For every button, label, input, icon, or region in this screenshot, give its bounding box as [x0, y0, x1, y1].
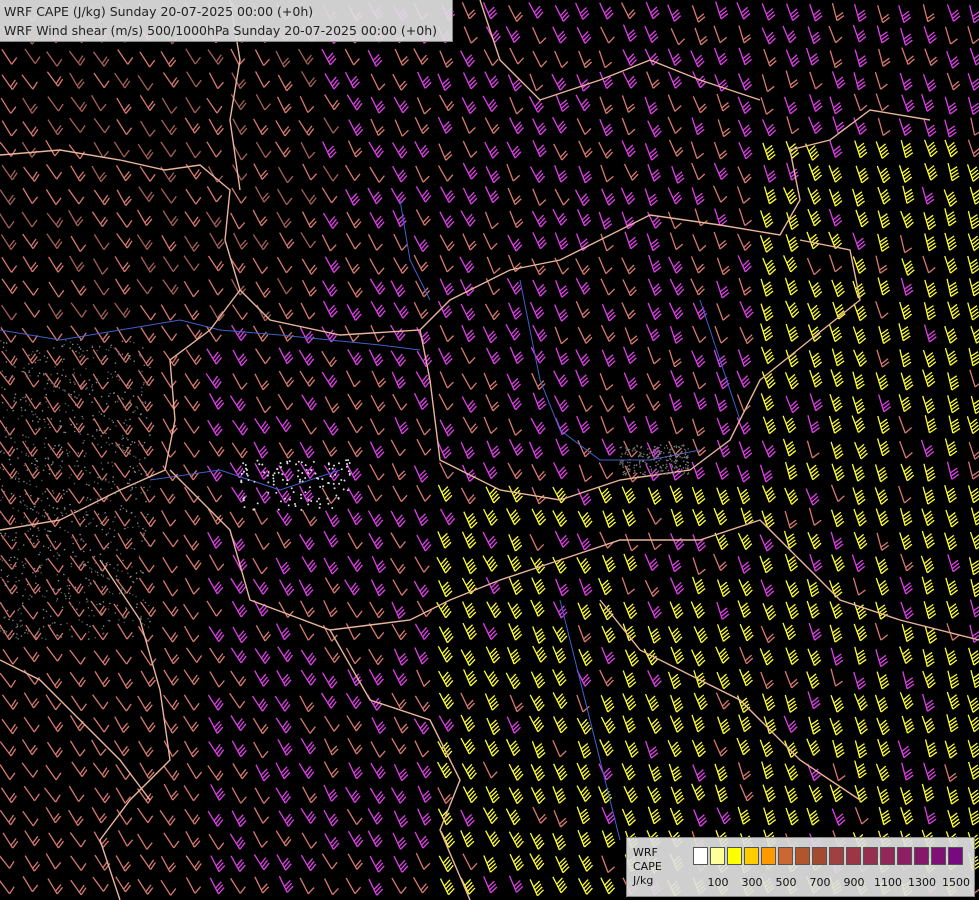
legend-swatch [948, 847, 963, 865]
legend-swatch [727, 847, 742, 865]
cape-legend: WRF CAPE J/kg 100 300 500 700 900 1100 1300 150… [626, 837, 975, 897]
legend-swatch [931, 847, 946, 865]
legend-color-scale [693, 847, 965, 865]
map-canvas [0, 0, 979, 900]
legend-tick: 500 [775, 876, 797, 889]
legend-swatch [880, 847, 895, 865]
map-title-box: WRF CAPE (J/kg) Sunday 20-07-2025 00:00 … [0, 0, 453, 42]
shear-title: WRF Wind shear (m/s) 500/1000hPa Sunday … [4, 23, 437, 38]
legend-tick: 100 [707, 876, 729, 889]
legend-tick: 1300 [908, 876, 936, 889]
legend-tick-labels: 100 300 500 700 900 1100 1300 1500 [627, 876, 976, 890]
legend-swatch [863, 847, 878, 865]
legend-swatch [812, 847, 827, 865]
legend-swatch [795, 847, 810, 865]
legend-swatch [693, 847, 708, 865]
legend-tick: 300 [741, 876, 763, 889]
legend-label-model: WRF [633, 846, 658, 859]
legend-tick: 1100 [874, 876, 902, 889]
legend-swatch [829, 847, 844, 865]
cape-title: WRF CAPE (J/kg) Sunday 20-07-2025 00:00 … [4, 4, 314, 19]
legend-tick: 700 [809, 876, 831, 889]
legend-swatch [744, 847, 759, 865]
legend-swatch [761, 847, 776, 865]
legend-swatch [897, 847, 912, 865]
legend-label-field: CAPE [633, 860, 662, 873]
legend-swatch [846, 847, 861, 865]
legend-swatch [710, 847, 725, 865]
legend-tick: 900 [843, 876, 865, 889]
legend-swatch [778, 847, 793, 865]
legend-swatch [914, 847, 929, 865]
legend-tick: 1500 [942, 876, 970, 889]
